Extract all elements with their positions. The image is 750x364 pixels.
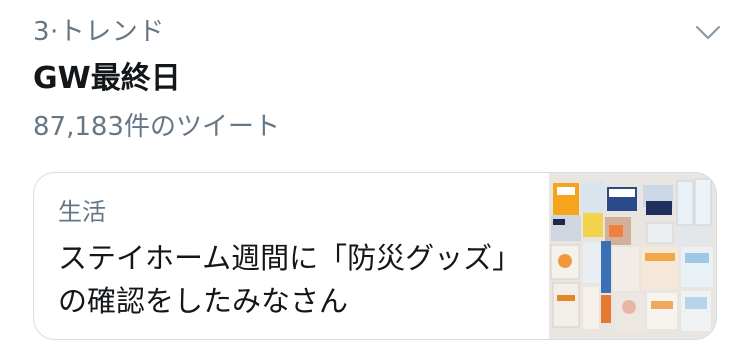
- news-category: 生活: [58, 198, 106, 226]
- news-thumbnail: [549, 173, 716, 339]
- trend-item[interactable]: 3·トレンド GW最終日 87,183件のツイート 生活 ステイホーム週間に「防…: [0, 0, 750, 364]
- news-card[interactable]: 生活 ステイホーム週間に「防災グッズ」の確認をしたみなさん: [33, 172, 717, 340]
- emergency-supplies-image: [549, 173, 716, 339]
- trend-title: GW最終日: [33, 61, 181, 96]
- trend-rank-label: 3·トレンド: [33, 17, 165, 47]
- news-headline: ステイホーム週間に「防災グッズ」の確認をしたみなさん: [58, 241, 522, 318]
- tweet-count: 87,183件のツイート: [33, 112, 280, 142]
- chevron-down-icon[interactable]: [692, 16, 724, 48]
